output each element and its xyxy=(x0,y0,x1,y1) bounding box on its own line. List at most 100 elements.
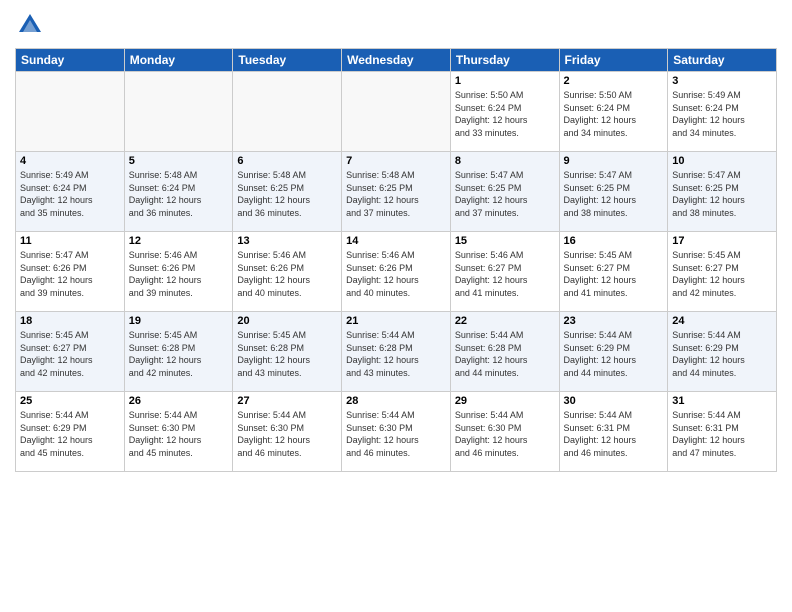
calendar-cell: 8Sunrise: 5:47 AM Sunset: 6:25 PM Daylig… xyxy=(450,152,559,232)
day-info: Sunrise: 5:45 AM Sunset: 6:27 PM Dayligh… xyxy=(672,249,772,299)
day-number: 29 xyxy=(455,395,555,407)
calendar-cell xyxy=(342,72,451,152)
calendar-week-3: 11 Sunrise: 5:47 AM Sunset: 6:26 PM Dayli… xyxy=(16,232,777,312)
calendar-cell: 22 Sunrise: 5:44 AM Sunset: 6:28 PM Dayli… xyxy=(450,312,559,392)
day-info: Sunrise: 5:44 AM Sunset: 6:29 PM Dayligh… xyxy=(20,409,120,459)
calendar-cell: 15Sunrise: 5:46 AM Sunset: 6:27 PM Dayli… xyxy=(450,232,559,312)
calendar: SundayMondayTuesdayWednesdayThursdayFrid… xyxy=(15,48,777,472)
calendar-week-1: 1 Sunrise: 5:50 AM Sunset: 6:24 PM Daylig… xyxy=(16,72,777,152)
calendar-header-row: SundayMondayTuesdayWednesdayThursdayFrid… xyxy=(16,49,777,72)
day-info: Sunrise: 5:44 AM Sunset: 6:30 PM Dayligh… xyxy=(455,409,555,459)
calendar-cell: 1 Sunrise: 5:50 AM Sunset: 6:24 PM Daylig… xyxy=(450,72,559,152)
calendar-cell xyxy=(16,72,125,152)
day-number: 20 xyxy=(237,315,337,327)
calendar-cell: 6 Sunrise: 5:48 AM Sunset: 6:25 PM Daylig… xyxy=(233,152,342,232)
day-number: 4 xyxy=(20,155,120,167)
day-number: 12 xyxy=(129,235,229,247)
calendar-cell: 18 Sunrise: 5:45 AM Sunset: 6:27 PM Dayli… xyxy=(16,312,125,392)
day-number: 7 xyxy=(346,155,446,167)
day-info: Sunrise: 5:44 AM Sunset: 6:30 PM Dayligh… xyxy=(237,409,337,459)
calendar-cell: 14Sunrise: 5:46 AM Sunset: 6:26 PM Dayli… xyxy=(342,232,451,312)
calendar-cell: 19Sunrise: 5:45 AM Sunset: 6:28 PM Dayli… xyxy=(124,312,233,392)
day-number: 22 xyxy=(455,315,555,327)
calendar-cell: 21Sunrise: 5:44 AM Sunset: 6:28 PM Dayli… xyxy=(342,312,451,392)
day-number: 24 xyxy=(672,315,772,327)
day-info: Sunrise: 5:44 AM Sunset: 6:31 PM Dayligh… xyxy=(564,409,664,459)
day-number: 17 xyxy=(672,235,772,247)
day-number: 2 xyxy=(564,75,664,87)
calendar-cell xyxy=(124,72,233,152)
day-info: Sunrise: 5:47 AM Sunset: 6:26 PM Dayligh… xyxy=(20,249,120,299)
calendar-cell: 10Sunrise: 5:47 AM Sunset: 6:25 PM Dayli… xyxy=(668,152,777,232)
day-number: 6 xyxy=(237,155,337,167)
calendar-cell: 28 Sunrise: 5:44 AM Sunset: 6:30 PM Dayli… xyxy=(342,392,451,472)
day-info: Sunrise: 5:44 AM Sunset: 6:30 PM Dayligh… xyxy=(129,409,229,459)
day-info: Sunrise: 5:44 AM Sunset: 6:28 PM Dayligh… xyxy=(346,329,446,379)
calendar-cell: 7Sunrise: 5:48 AM Sunset: 6:25 PM Daylig… xyxy=(342,152,451,232)
day-info: Sunrise: 5:45 AM Sunset: 6:27 PM Dayligh… xyxy=(564,249,664,299)
calendar-header-friday: Friday xyxy=(559,49,668,72)
day-info: Sunrise: 5:48 AM Sunset: 6:24 PM Dayligh… xyxy=(129,169,229,219)
calendar-cell: 17 Sunrise: 5:45 AM Sunset: 6:27 PM Dayli… xyxy=(668,232,777,312)
calendar-cell: 20Sunrise: 5:45 AM Sunset: 6:28 PM Dayli… xyxy=(233,312,342,392)
calendar-cell: 24 Sunrise: 5:44 AM Sunset: 6:29 PM Dayli… xyxy=(668,312,777,392)
day-number: 30 xyxy=(564,395,664,407)
day-number: 3 xyxy=(672,75,772,87)
calendar-cell: 9 Sunrise: 5:47 AM Sunset: 6:25 PM Daylig… xyxy=(559,152,668,232)
logo-icon xyxy=(15,10,45,40)
day-info: Sunrise: 5:49 AM Sunset: 6:24 PM Dayligh… xyxy=(672,89,772,139)
calendar-header-saturday: Saturday xyxy=(668,49,777,72)
day-number: 18 xyxy=(20,315,120,327)
day-info: Sunrise: 5:48 AM Sunset: 6:25 PM Dayligh… xyxy=(237,169,337,219)
day-number: 27 xyxy=(237,395,337,407)
day-number: 9 xyxy=(564,155,664,167)
page: SundayMondayTuesdayWednesdayThursdayFrid… xyxy=(0,0,792,612)
calendar-header-monday: Monday xyxy=(124,49,233,72)
calendar-cell: 29 Sunrise: 5:44 AM Sunset: 6:30 PM Dayli… xyxy=(450,392,559,472)
day-info: Sunrise: 5:49 AM Sunset: 6:24 PM Dayligh… xyxy=(20,169,120,219)
day-number: 26 xyxy=(129,395,229,407)
calendar-cell: 2 Sunrise: 5:50 AM Sunset: 6:24 PM Daylig… xyxy=(559,72,668,152)
calendar-cell: 13Sunrise: 5:46 AM Sunset: 6:26 PM Dayli… xyxy=(233,232,342,312)
calendar-cell: 31 Sunrise: 5:44 AM Sunset: 6:31 PM Dayli… xyxy=(668,392,777,472)
calendar-header-thursday: Thursday xyxy=(450,49,559,72)
logo xyxy=(15,10,49,40)
day-info: Sunrise: 5:50 AM Sunset: 6:24 PM Dayligh… xyxy=(455,89,555,139)
calendar-week-2: 4 Sunrise: 5:49 AM Sunset: 6:24 PM Daylig… xyxy=(16,152,777,232)
day-info: Sunrise: 5:44 AM Sunset: 6:30 PM Dayligh… xyxy=(346,409,446,459)
calendar-cell: 23Sunrise: 5:44 AM Sunset: 6:29 PM Dayli… xyxy=(559,312,668,392)
calendar-cell: 26 Sunrise: 5:44 AM Sunset: 6:30 PM Dayli… xyxy=(124,392,233,472)
day-number: 8 xyxy=(455,155,555,167)
day-info: Sunrise: 5:47 AM Sunset: 6:25 PM Dayligh… xyxy=(564,169,664,219)
day-info: Sunrise: 5:44 AM Sunset: 6:31 PM Dayligh… xyxy=(672,409,772,459)
calendar-cell: 11 Sunrise: 5:47 AM Sunset: 6:26 PM Dayli… xyxy=(16,232,125,312)
calendar-week-5: 25 Sunrise: 5:44 AM Sunset: 6:29 PM Dayli… xyxy=(16,392,777,472)
calendar-cell: 3 Sunrise: 5:49 AM Sunset: 6:24 PM Daylig… xyxy=(668,72,777,152)
calendar-cell: 5 Sunrise: 5:48 AM Sunset: 6:24 PM Daylig… xyxy=(124,152,233,232)
day-number: 5 xyxy=(129,155,229,167)
day-number: 16 xyxy=(564,235,664,247)
calendar-cell: 25 Sunrise: 5:44 AM Sunset: 6:29 PM Dayli… xyxy=(16,392,125,472)
header xyxy=(15,10,777,40)
calendar-cell xyxy=(233,72,342,152)
calendar-header-wednesday: Wednesday xyxy=(342,49,451,72)
calendar-week-4: 18 Sunrise: 5:45 AM Sunset: 6:27 PM Dayli… xyxy=(16,312,777,392)
day-info: Sunrise: 5:44 AM Sunset: 6:28 PM Dayligh… xyxy=(455,329,555,379)
day-info: Sunrise: 5:44 AM Sunset: 6:29 PM Dayligh… xyxy=(672,329,772,379)
day-number: 11 xyxy=(20,235,120,247)
day-info: Sunrise: 5:45 AM Sunset: 6:28 PM Dayligh… xyxy=(129,329,229,379)
calendar-cell: 16 Sunrise: 5:45 AM Sunset: 6:27 PM Dayli… xyxy=(559,232,668,312)
day-number: 23 xyxy=(564,315,664,327)
calendar-header-tuesday: Tuesday xyxy=(233,49,342,72)
calendar-cell: 4 Sunrise: 5:49 AM Sunset: 6:24 PM Daylig… xyxy=(16,152,125,232)
day-info: Sunrise: 5:46 AM Sunset: 6:26 PM Dayligh… xyxy=(346,249,446,299)
day-number: 1 xyxy=(455,75,555,87)
day-info: Sunrise: 5:45 AM Sunset: 6:27 PM Dayligh… xyxy=(20,329,120,379)
day-info: Sunrise: 5:50 AM Sunset: 6:24 PM Dayligh… xyxy=(564,89,664,139)
day-number: 15 xyxy=(455,235,555,247)
day-number: 13 xyxy=(237,235,337,247)
day-number: 25 xyxy=(20,395,120,407)
calendar-cell: 30 Sunrise: 5:44 AM Sunset: 6:31 PM Dayli… xyxy=(559,392,668,472)
day-number: 31 xyxy=(672,395,772,407)
day-number: 28 xyxy=(346,395,446,407)
